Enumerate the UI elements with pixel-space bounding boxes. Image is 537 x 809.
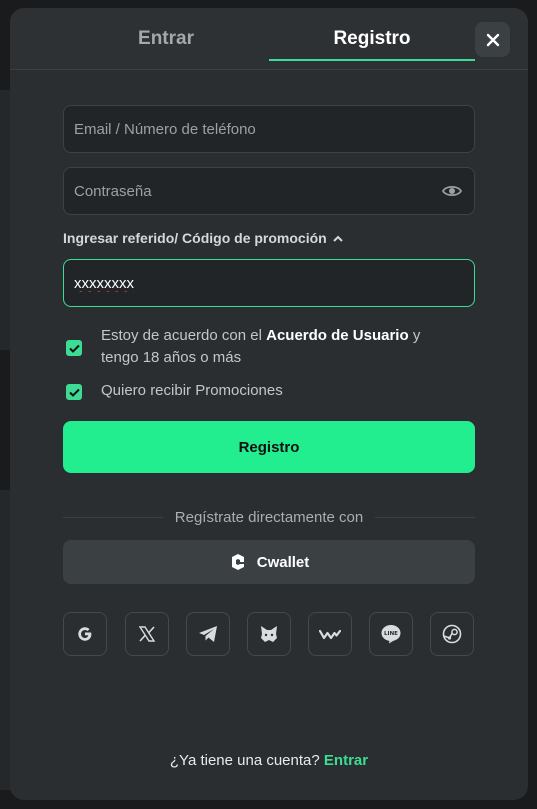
divider-text: Regístrate directamente con	[174, 508, 364, 526]
steam-login-button[interactable]	[430, 612, 474, 656]
svg-text:LINE: LINE	[384, 631, 398, 637]
cwallet-icon	[231, 554, 244, 570]
promo-code-toggle[interactable]: Ingresar referido/ Código de promoción	[63, 230, 343, 246]
cwallet-label: Cwallet	[256, 553, 310, 571]
line-icon: LINE	[381, 625, 401, 644]
cwallet-button[interactable]: Cwallet	[63, 540, 475, 584]
google-icon	[78, 627, 92, 641]
promotions-label: Quiero recibir Promociones	[101, 382, 283, 399]
user-agreement-link[interactable]: Acuerdo de Usuario	[266, 327, 409, 344]
divider-line	[375, 516, 475, 518]
login-prompt: ¿Ya tiene una cuenta? Entrar	[10, 752, 528, 769]
metamask-icon	[261, 626, 277, 642]
steam-icon	[442, 624, 462, 644]
password-field-wrapper	[63, 167, 475, 215]
checkmark-icon	[68, 388, 80, 397]
walletconnect-login-button[interactable]	[308, 612, 352, 656]
divider-line	[63, 516, 163, 518]
checkmark-icon	[68, 344, 80, 353]
social-login-row: LINE	[63, 612, 475, 656]
line-login-button[interactable]: LINE	[369, 612, 413, 656]
close-icon	[486, 33, 499, 46]
promotions-checkbox[interactable]	[66, 384, 82, 400]
x-login-button[interactable]	[125, 612, 169, 656]
email-input[interactable]	[74, 120, 464, 138]
email-field-wrapper	[63, 105, 475, 153]
social-divider: Regístrate directamente con	[63, 506, 475, 528]
auth-tabs: Entrar Registro	[10, 8, 528, 70]
login-prompt-question: ¿Ya tiene una cuenta?	[169, 752, 320, 769]
register-modal: Entrar Registro Ingresar referido/ Códig…	[10, 8, 528, 800]
metamask-login-button[interactable]	[247, 612, 291, 656]
password-input[interactable]	[74, 182, 464, 200]
active-tab-indicator	[269, 59, 475, 61]
agreement-checkbox[interactable]	[66, 340, 82, 356]
telegram-login-button[interactable]	[186, 612, 230, 656]
agreement-row: Estoy de acuerdo con el Acuerdo de Usuar…	[66, 325, 441, 369]
promotions-row: Quiero recibir Promociones	[66, 380, 441, 402]
walletconnect-icon	[319, 629, 341, 640]
telegram-icon	[199, 626, 217, 642]
google-login-button[interactable]	[63, 612, 107, 656]
agreement-text-before: Estoy de acuerdo con el	[101, 327, 262, 344]
tab-login[interactable]: Entrar	[63, 8, 269, 70]
close-button[interactable]	[475, 22, 510, 57]
login-link[interactable]: Entrar	[324, 752, 368, 769]
register-button[interactable]: Registro	[63, 421, 475, 473]
promo-code-field-wrapper	[63, 259, 475, 307]
chevron-up-icon	[332, 235, 343, 242]
show-password-icon[interactable]	[442, 183, 462, 199]
agreement-text: Estoy de acuerdo con el Acuerdo de Usuar…	[101, 325, 441, 369]
x-icon	[138, 626, 156, 642]
promo-code-label: Ingresar referido/ Código de promoción	[63, 230, 327, 246]
promo-code-input[interactable]	[74, 274, 464, 292]
